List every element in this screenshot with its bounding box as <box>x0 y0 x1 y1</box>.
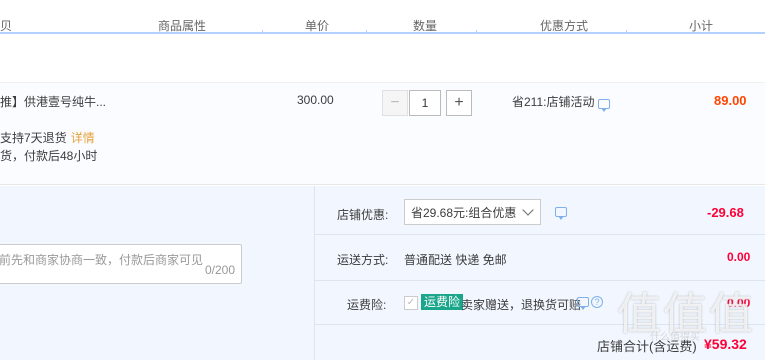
coupon-label: 店铺优惠: <box>337 208 389 222</box>
header-divider <box>262 30 263 34</box>
row-divider <box>315 234 765 235</box>
shipping-label: 运送方式: <box>337 253 389 267</box>
col-qty-header: 数量 <box>413 19 438 33</box>
return-detail-link[interactable]: 详情 <box>71 131 95 145</box>
item-unit-price: 300.00 <box>297 93 334 107</box>
header-divider <box>626 30 627 34</box>
return-policy-text: 支持7天退货 <box>0 131 67 145</box>
chat-bubble-icon[interactable] <box>555 207 567 220</box>
insurance-label: 运费险: <box>347 298 387 312</box>
col-price-header: 单价 <box>305 19 330 33</box>
return-policy: 支持7天退货 详情 <box>0 129 95 146</box>
shipping-amount: 0.00 <box>727 250 751 264</box>
header-divider <box>366 30 367 34</box>
shipping-method: 普通配送 快递 免邮 <box>404 253 507 267</box>
insurance-description: 卖家赠送，退换货可赔 <box>461 298 582 312</box>
cart-item-row: 推】供港壹号纯牛... 300.00 − + 省211:店铺活动 89.00 支… <box>0 82 765 185</box>
col-discount-header: 优惠方式 <box>540 19 589 33</box>
coupon-amount: -29.68 <box>707 205 744 220</box>
quantity-minus-button[interactable]: − <box>382 90 408 116</box>
order-confirm-page: 贝 商品属性 单价 数量 优惠方式 小计 推】供港壹号纯牛... 300.00 … <box>0 0 765 360</box>
quantity-stepper: − + <box>382 90 472 116</box>
col-item-header: 贝 <box>0 19 13 33</box>
coupon-select[interactable]: 省29.68元:组合优惠 <box>404 199 541 225</box>
buyer-memo-textarea[interactable]: 前先和商家协商一致，付款后商家可见 0/200 <box>0 244 242 284</box>
coupon-selected-value: 省29.68元:组合优惠 <box>411 205 517 220</box>
watermark-caption: 什么值得买 <box>650 332 700 343</box>
insurance-badge: 运费险 <box>421 294 464 310</box>
delivery-promise: 货，付款后48小时 <box>0 149 98 163</box>
memo-placeholder: 前先和商家协商一致，付款后商家可见 <box>0 253 204 267</box>
chevron-down-icon <box>522 204 534 216</box>
insurance-checkbox[interactable]: ✓ <box>404 296 418 310</box>
quantity-plus-button[interactable]: + <box>446 90 472 116</box>
chat-bubble-icon[interactable] <box>577 297 589 310</box>
col-subtotal-header: 小计 <box>689 19 714 33</box>
col-attr-header: 商品属性 <box>158 19 207 33</box>
chat-bubble-icon[interactable] <box>598 99 610 112</box>
quantity-input[interactable] <box>409 90 441 116</box>
item-subtotal: 89.00 <box>714 93 747 108</box>
question-icon[interactable]: ? <box>591 296 603 308</box>
item-discount-text: 省211:店铺活动 <box>512 95 595 109</box>
cart-header: 贝 商品属性 单价 数量 优惠方式 小计 <box>0 0 765 34</box>
header-divider <box>476 30 477 34</box>
panel-divider <box>314 186 315 360</box>
memo-char-count: 0/200 <box>204 263 235 277</box>
item-title-link[interactable]: 推】供港壹号纯牛... <box>0 93 106 110</box>
